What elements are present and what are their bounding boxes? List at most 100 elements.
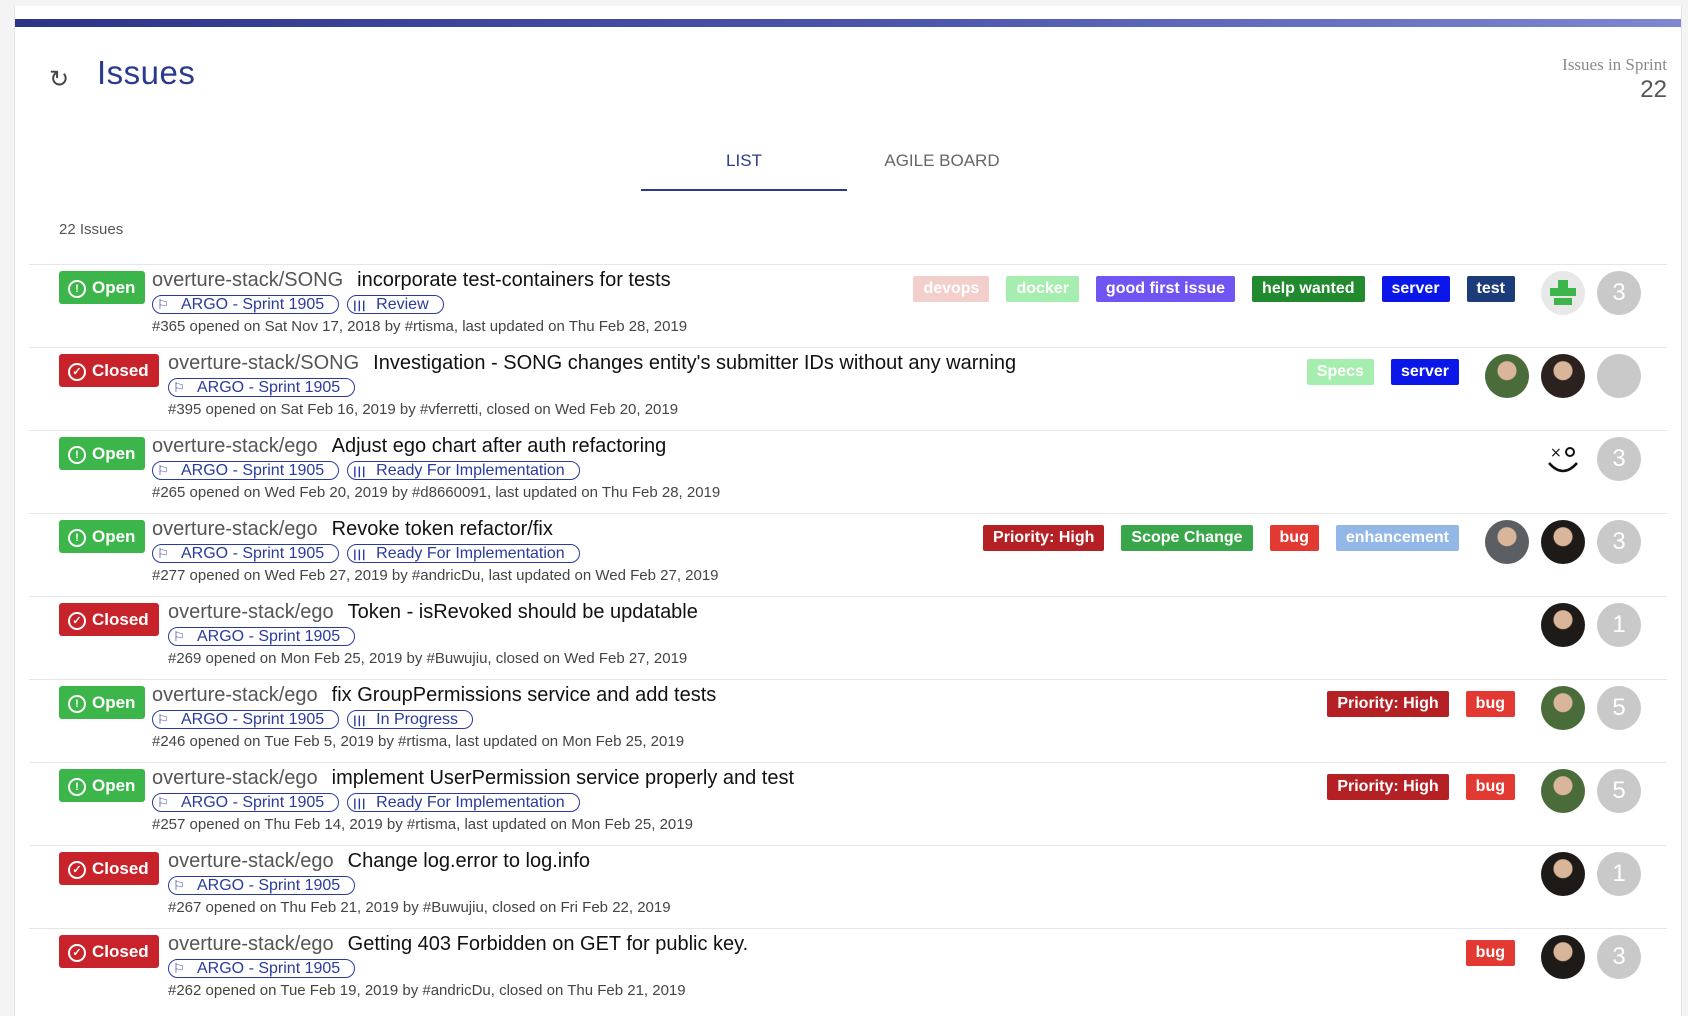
closed-status-icon: ✓ [68,944,86,962]
repo-link[interactable]: overture-stack/ego [152,518,318,540]
label-tag[interactable]: bug [1465,691,1515,717]
sprint-chip[interactable]: ⚐ ARGO - Sprint 1905 [168,378,356,397]
label-tag[interactable]: Priority: High [1327,691,1449,717]
sprint-chip[interactable]: ⚐ ARGO - Sprint 1905 [168,627,356,646]
issue-row[interactable]: ! Open overture-stack/SONG incorporate test… [29,264,1667,347]
open-status-icon: ! [68,446,86,464]
repo-link[interactable]: overture-stack/SONG [152,269,343,291]
issue-title-link[interactable]: Change log.error to log.info [348,850,590,872]
avatar[interactable] [1541,354,1585,398]
repo-link[interactable]: overture-stack/ego [152,767,318,789]
repo-link[interactable]: overture-stack/SONG [168,352,359,374]
chip-label: ARGO - Sprint 1905 [181,711,325,728]
avatar[interactable] [1541,935,1585,979]
label-tag[interactable]: bug [1269,525,1319,551]
avatar[interactable] [1541,686,1585,730]
runner-icon: ⚐ [157,546,169,561]
columns-icon: ┃┃┃ [352,550,366,560]
issue-content: overture-stack/SONG incorporate test-cont… [152,269,687,335]
avatar[interactable] [1485,354,1529,398]
chip-label: ARGO - Sprint 1905 [197,628,341,645]
issue-row[interactable]: ✓ Closed overture-stack/ego Token - isRevok… [29,596,1667,679]
issue-row[interactable]: ✓ Closed overture-stack/SONG Investigation … [29,347,1667,430]
issue-chips: ⚐ ARGO - Sprint 1905 [168,959,748,979]
board-column-chip[interactable]: ┃┃┃ In Progress [347,710,473,729]
issue-title-link[interactable]: incorporate test-containers for tests [357,269,670,291]
issue-meta: #257 opened on Thu Feb 14, 2019 by #rtis… [152,816,693,833]
sprint-chip[interactable]: ⚐ ARGO - Sprint 1905 [168,876,356,895]
board-column-chip[interactable]: ┃┃┃ Review [347,295,444,314]
label-tag[interactable]: good first issue [1095,276,1236,302]
issue-title-link[interactable]: Token - isRevoked should be updatable [348,601,698,623]
label-tag[interactable]: Scope Change [1121,525,1253,551]
issue-title-link[interactable]: Investigation - SONG changes entity's su… [373,352,1016,374]
assignee-avatars: 3 [1529,935,1641,979]
refresh-icon[interactable]: ↻ [46,67,72,93]
sprint-chip[interactable]: ⚐ ARGO - Sprint 1905 [152,793,340,812]
repo-link[interactable]: overture-stack/ego [168,850,334,872]
label-tag[interactable]: Priority: High [983,525,1105,551]
board-column-chip[interactable]: ┃┃┃ Ready For Implementation [347,544,580,563]
chip-label: ARGO - Sprint 1905 [197,379,341,396]
issue-content: overture-stack/ego implement UserPermissi… [152,767,794,833]
issue-title-link[interactable]: implement UserPermission service properl… [332,767,794,789]
issue-title-link[interactable]: Adjust ego chart after auth refactoring [332,435,667,457]
issue-row[interactable]: ! Open overture-stack/ego implement UserPer… [29,762,1667,845]
issue-content: overture-stack/ego Getting 403 Forbidden … [168,933,748,999]
issue-meta: #277 opened on Wed Feb 27, 2019 by #andr… [152,567,719,584]
sprint-label: Issues in Sprint [1562,55,1667,74]
sprint-chip[interactable]: ⚐ ARGO - Sprint 1905 [168,959,356,978]
repo-link[interactable]: overture-stack/ego [152,435,318,457]
avatar[interactable] [1541,769,1585,813]
issue-row[interactable]: ! Open overture-stack/ego Revoke token refa… [29,513,1667,596]
label-tag[interactable]: Specs [1306,359,1374,385]
label-tag[interactable]: server [1381,276,1450,302]
sprint-chip[interactable]: ⚐ ARGO - Sprint 1905 [152,544,340,563]
issue-row[interactable]: ! Open overture-stack/ego fix GroupPermissi… [29,679,1667,762]
label-tag[interactable]: enhancement [1335,525,1459,551]
sprint-chip[interactable]: ⚐ ARGO - Sprint 1905 [152,710,340,729]
issue-row[interactable]: ! Open overture-stack/ego Adjust ego chart … [29,430,1667,513]
issue-title-link[interactable]: Getting 403 Forbidden on GET for public … [348,933,749,955]
label-tag[interactable]: server [1390,359,1459,385]
issue-title-link[interactable]: Revoke token refactor/fix [332,518,553,540]
issue-row[interactable]: ✓ Closed overture-stack/ego Change log.erro… [29,845,1667,928]
label-tag[interactable]: bug [1465,940,1515,966]
repo-link[interactable]: overture-stack/ego [152,684,318,706]
runner-icon: ⚐ [173,380,185,395]
columns-icon: ┃┃┃ [352,301,366,311]
avatar[interactable] [1485,520,1529,564]
issue-meta: #265 opened on Wed Feb 20, 2019 by #d866… [152,484,721,501]
repo-link[interactable]: overture-stack/ego [168,933,334,955]
label-tag[interactable]: bug [1465,774,1515,800]
tab-list[interactable]: LIST [641,151,847,171]
sprint-chip[interactable]: ⚐ ARGO - Sprint 1905 [152,461,340,480]
assignee-avatars: 3 [1473,520,1641,564]
issue-content: overture-stack/SONG Investigation - SONG … [168,352,1016,418]
issue-labels: bug [1449,940,1515,966]
avatar[interactable] [1541,271,1585,315]
board-column-chip[interactable]: ┃┃┃ Ready For Implementation [347,793,580,812]
issue-title-link[interactable]: fix GroupPermissions service and add tes… [332,684,717,706]
label-tag[interactable]: Priority: High [1327,774,1449,800]
open-status-icon: ! [68,695,86,713]
issue-content: overture-stack/ego Revoke token refactor/… [152,518,719,584]
runner-icon: ⚐ [173,878,185,893]
label-tag[interactable]: devops [913,276,990,302]
avatar[interactable] [1541,520,1585,564]
open-status-icon: ! [68,529,86,547]
issue-chips: ⚐ ARGO - Sprint 1905 [168,627,698,647]
avatar[interactable] [1541,852,1585,896]
issue-row[interactable]: ✓ Closed overture-stack/ego Getting 403 For… [29,928,1667,1011]
label-tag[interactable]: test [1466,276,1515,302]
avatar[interactable]: × [1541,437,1585,481]
chip-label: In Progress [376,711,458,728]
tab-agile-board[interactable]: AGILE BOARD [839,151,1045,171]
label-tag[interactable]: help wanted [1252,276,1365,302]
avatar[interactable] [1541,603,1585,647]
issue-heading: overture-stack/SONG Investigation - SONG … [168,352,1016,375]
repo-link[interactable]: overture-stack/ego [168,601,334,623]
label-tag[interactable]: docker [1006,276,1079,302]
board-column-chip[interactable]: ┃┃┃ Ready For Implementation [347,461,580,480]
sprint-chip[interactable]: ⚐ ARGO - Sprint 1905 [152,295,340,314]
